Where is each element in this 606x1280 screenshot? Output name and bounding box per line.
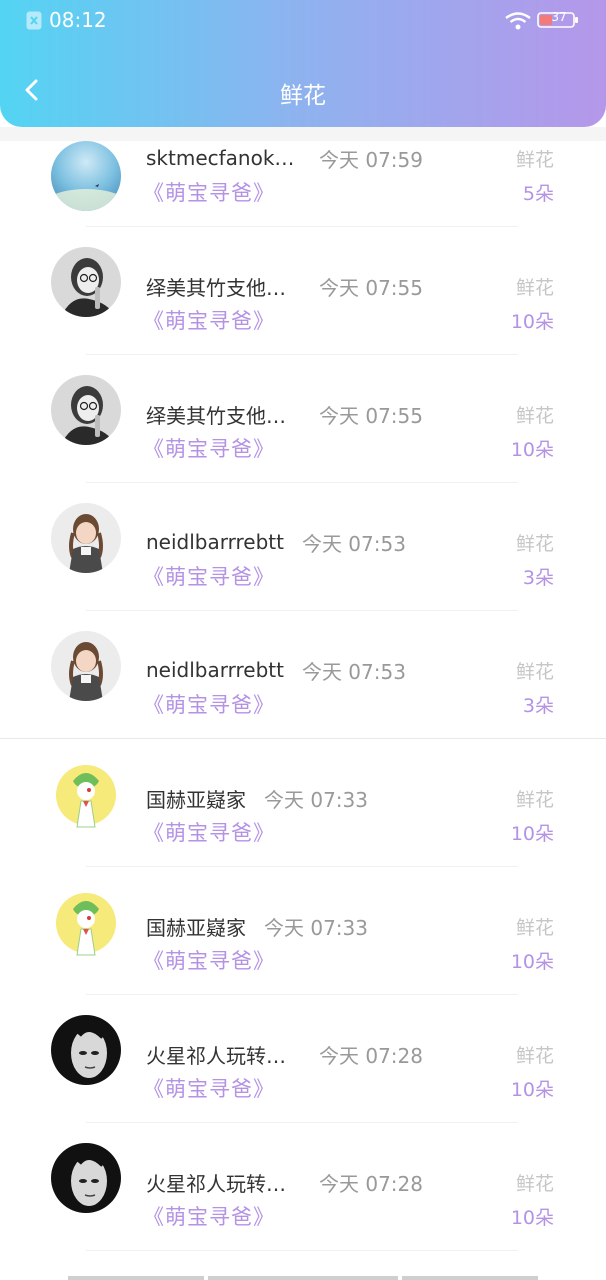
- gift-type: 鲜花: [515, 661, 554, 683]
- gift-type: 鲜花: [515, 277, 554, 299]
- list-item[interactable]: 国赫亚嶷家 今天 07:33 《萌宝寻爸》 鲜花 10朵: [0, 867, 606, 995]
- header-separator: [0, 127, 606, 141]
- page-title: 鲜花: [280, 83, 326, 109]
- avatar[interactable]: [51, 887, 121, 957]
- user-name: 绎美其竹支他配…: [146, 403, 301, 428]
- woman-glasses-avatar: [51, 247, 121, 317]
- gift-count: 10朵: [510, 951, 554, 973]
- avatar[interactable]: [51, 141, 121, 211]
- girl-braids-avatar: [51, 503, 121, 573]
- timestamp: 今天 07:33: [264, 915, 368, 940]
- gift-type: 鲜花: [515, 149, 554, 171]
- gift-count: 10朵: [510, 1079, 554, 1101]
- girl-braids-avatar: [51, 631, 121, 701]
- user-name: 国赫亚嶷家: [146, 787, 246, 812]
- avatar[interactable]: [51, 759, 121, 829]
- user-name: 绎美其竹支他配…: [146, 275, 301, 300]
- timestamp: 今天 07:28: [319, 1171, 423, 1196]
- wifi-icon: [505, 12, 531, 30]
- gift-count: 10朵: [510, 823, 554, 845]
- bottom-tab-indicator: [402, 1276, 538, 1280]
- notification-icon: [26, 11, 42, 30]
- gift-count: 5朵: [522, 183, 554, 205]
- timestamp: 今天 07:33: [264, 787, 368, 812]
- gift-type: 鲜花: [515, 789, 554, 811]
- work-title[interactable]: 《萌宝寻爸》: [143, 1201, 275, 1231]
- status-bar: 08:12 37: [0, 0, 606, 40]
- list-item[interactable]: neidlbarrrebtt 今天 07:53 《萌宝寻爸》 鲜花 3朵: [0, 611, 606, 739]
- timestamp: 今天 07:28: [319, 1043, 423, 1068]
- gift-type: 鲜花: [515, 1173, 554, 1195]
- gift-count: 3朵: [522, 567, 554, 589]
- gift-type: 鲜花: [515, 405, 554, 427]
- timestamp: 今天 07:55: [319, 403, 423, 428]
- user-name: sktmecfanokricci: [146, 146, 301, 170]
- gift-count: 10朵: [510, 311, 554, 333]
- work-title[interactable]: 《萌宝寻爸》: [143, 817, 275, 847]
- bottom-tab-indicator: [68, 1276, 204, 1280]
- gift-type: 鲜花: [515, 1045, 554, 1067]
- timestamp: 今天 07:59: [319, 147, 423, 172]
- gift-count: 3朵: [522, 695, 554, 717]
- avatar[interactable]: [51, 1143, 121, 1213]
- work-title[interactable]: 《萌宝寻爸》: [143, 177, 275, 207]
- battery-level: 37: [551, 10, 567, 24]
- woman-glasses-avatar: [51, 375, 121, 445]
- avatar[interactable]: [51, 503, 121, 573]
- user-name: 火星祁人玩转地…: [146, 1171, 301, 1196]
- work-title[interactable]: 《萌宝寻爸》: [143, 689, 275, 719]
- list-item[interactable]: 火星祁人玩转地… 今天 07:28 《萌宝寻爸》 鲜花 10朵: [0, 995, 606, 1123]
- list-item[interactable]: sktmecfanokricci 今天 07:59 《萌宝寻爸》 鲜花 5朵: [0, 141, 606, 227]
- user-name: 国赫亚嶷家: [146, 915, 246, 940]
- list-item[interactable]: 绎美其竹支他配… 今天 07:55 《萌宝寻爸》 鲜花 10朵: [0, 227, 606, 355]
- gift-count: 10朵: [510, 439, 554, 461]
- gift-type: 鲜花: [515, 917, 554, 939]
- avatar[interactable]: [51, 1015, 121, 1085]
- user-name: neidlbarrrebtt: [146, 658, 284, 682]
- list-item[interactable]: 绎美其竹支他配… 今天 07:55 《萌宝寻爸》 鲜花 10朵: [0, 355, 606, 483]
- gift-count: 10朵: [510, 1207, 554, 1229]
- mask-face-avatar: [51, 1143, 121, 1213]
- timestamp: 今天 07:55: [319, 275, 423, 300]
- work-title[interactable]: 《萌宝寻爸》: [143, 1073, 275, 1103]
- timestamp: 今天 07:53: [301, 659, 406, 684]
- list-item[interactable]: 国赫亚嶷家 今天 07:33 《萌宝寻爸》 鲜花 10朵: [0, 739, 606, 867]
- status-time: 08:12: [49, 8, 107, 32]
- work-title[interactable]: 《萌宝寻爸》: [143, 561, 275, 591]
- cartoon-character-avatar: [51, 759, 121, 829]
- user-name: neidlbarrrebtt: [146, 530, 284, 554]
- gift-list[interactable]: sktmecfanokricci 今天 07:59 《萌宝寻爸》 鲜花 5朵 绎…: [0, 141, 606, 1251]
- avatar[interactable]: [51, 247, 121, 317]
- header: 08:12 37 鲜花: [0, 0, 606, 127]
- mask-face-avatar: [51, 1015, 121, 1085]
- bottom-tab-indicator: [208, 1276, 398, 1280]
- list-item[interactable]: neidlbarrrebtt 今天 07:53 《萌宝寻爸》 鲜花 3朵: [0, 483, 606, 611]
- timestamp: 今天 07:53: [301, 531, 406, 556]
- avatar[interactable]: [51, 375, 121, 445]
- list-item[interactable]: 火星祁人玩转地… 今天 07:28 《萌宝寻爸》 鲜花 10朵: [0, 1123, 606, 1251]
- sky-photo-avatar: [51, 141, 121, 211]
- gift-type: 鲜花: [515, 533, 554, 555]
- cartoon-character-avatar: [51, 887, 121, 957]
- avatar[interactable]: [51, 631, 121, 701]
- work-title[interactable]: 《萌宝寻爸》: [143, 305, 275, 335]
- work-title[interactable]: 《萌宝寻爸》: [143, 433, 275, 463]
- work-title[interactable]: 《萌宝寻爸》: [143, 945, 275, 975]
- user-name: 火星祁人玩转地…: [146, 1043, 301, 1068]
- divider: [86, 1250, 518, 1251]
